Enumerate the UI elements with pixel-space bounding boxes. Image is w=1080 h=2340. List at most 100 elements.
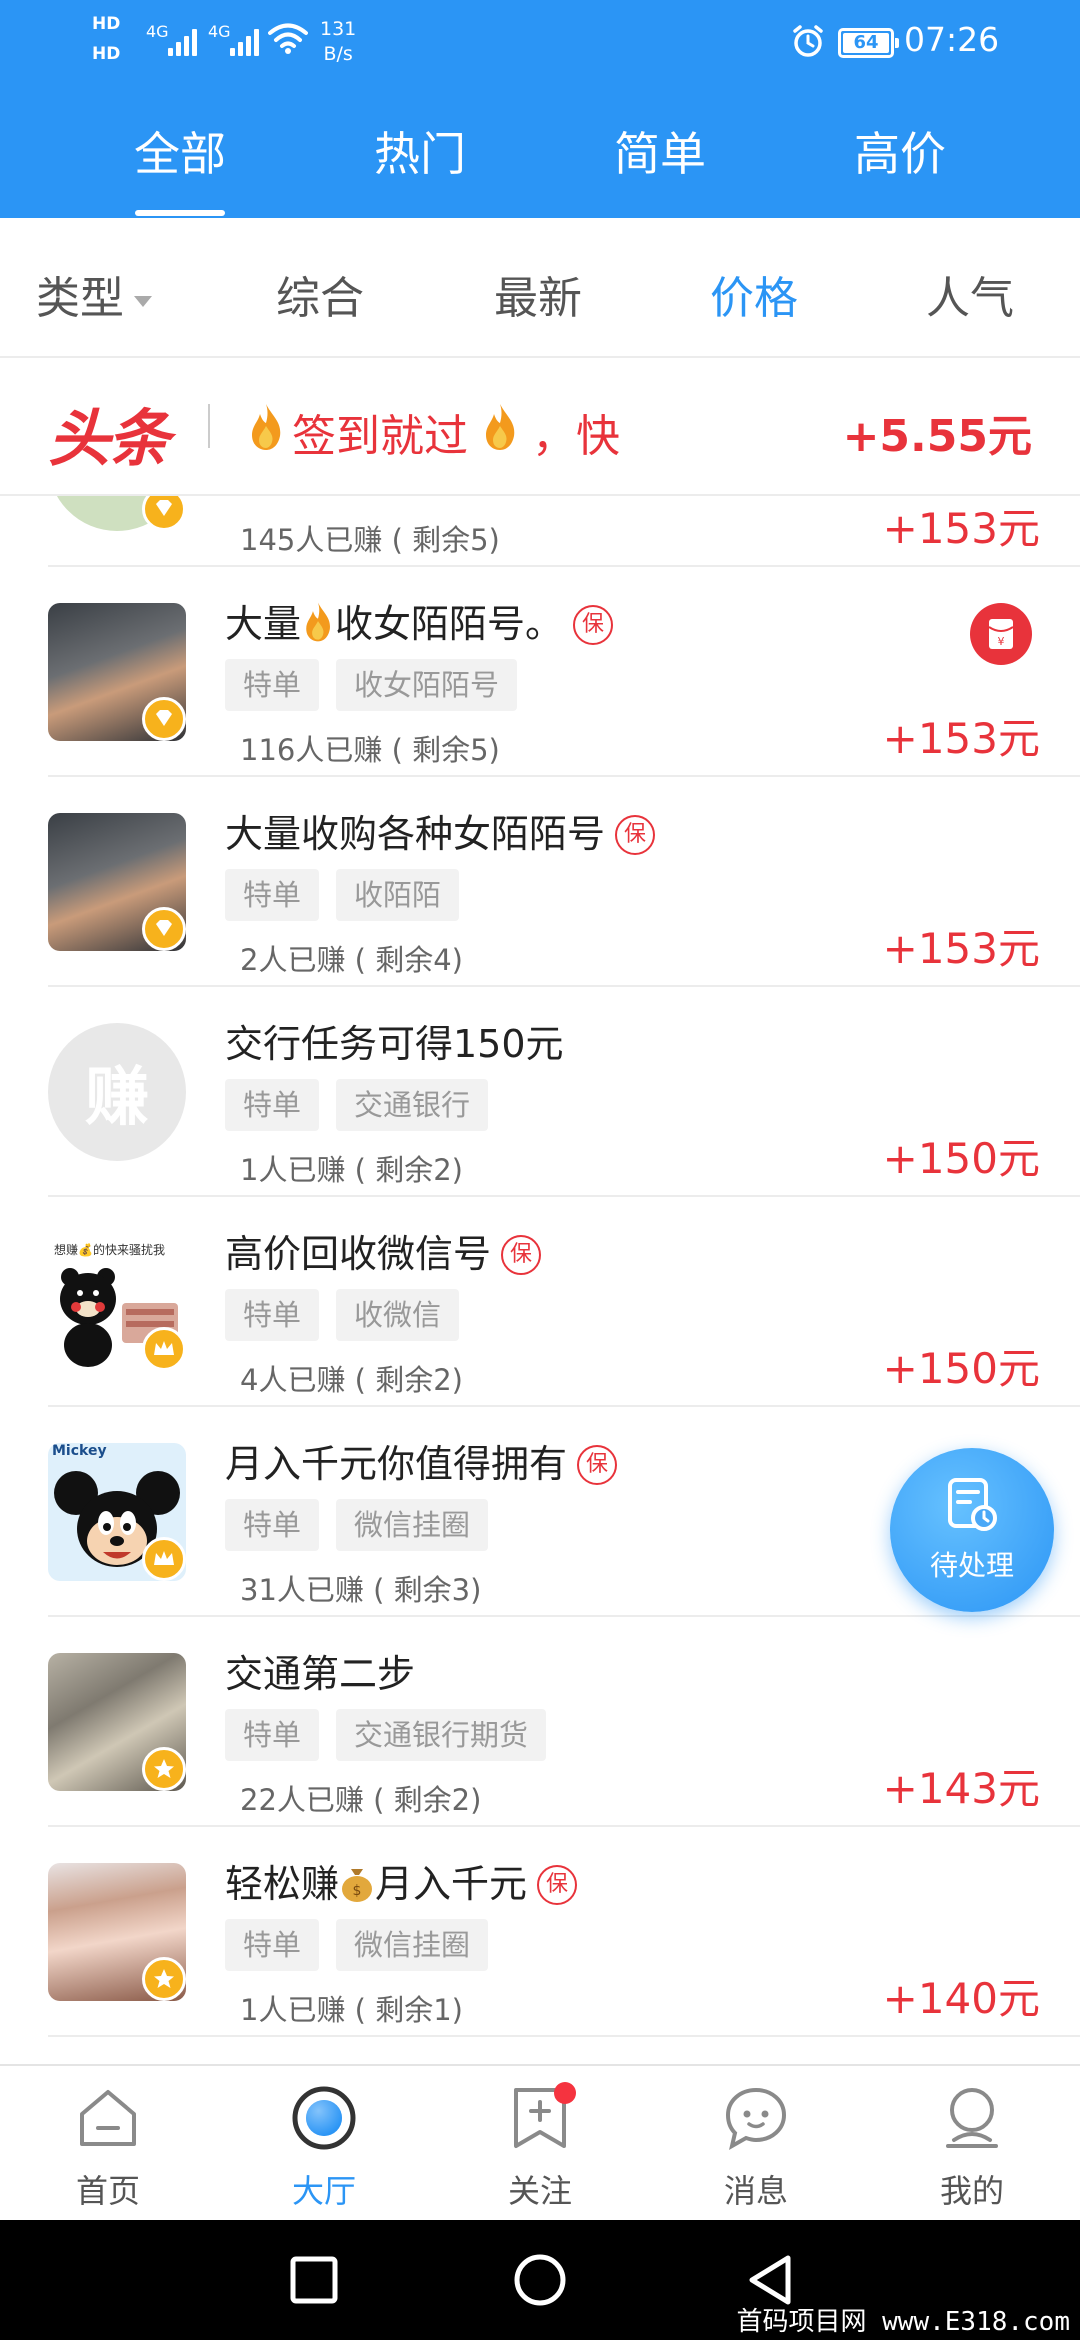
diamond-badge-icon [142,697,186,741]
task-tag: 特单 [225,1919,320,1971]
earned-count: 22人已赚 ( 剩余2) [240,1783,482,1817]
banner-reward: +5.55元 [842,411,1032,462]
toutiao-logo: 头条 [48,402,170,475]
task-tag: 收微信 [336,1289,460,1341]
tab-hot[interactable]: 热门 [330,118,510,184]
money-bag-icon: $ [342,1869,373,1902]
hd-indicator: HD [92,14,121,34]
guarantee-badge: 保 [577,1445,618,1485]
task-list[interactable]: 145人已赚 ( 剩余5) +153元 大量 收女陌陌号。保 特单 收女陌陌号 1… [0,496,1080,2064]
task-title: 月入千元你值得拥有保 [225,1433,618,1488]
nav-profile[interactable]: 我的 [864,2066,1080,2222]
pending-fab-button[interactable]: 待处理 [890,1448,1054,1612]
task-price: +153元 [882,714,1040,763]
network-speed: 131 B/s [320,18,357,65]
sort-comprehensive[interactable]: 综合 [276,262,364,326]
task-price: +153元 [882,504,1040,553]
app-header: HD HD 4G 4G 131 B/s 64 07:26 全部 热门 简单 高价 [0,0,1080,218]
svg-text:¥: ¥ [998,635,1005,648]
fire-icon [306,602,330,642]
banner-text: ， [532,411,576,462]
task-title: 交通第二步 [225,1652,416,1696]
red-packet-icon[interactable]: ¥ [970,603,1032,665]
wifi-icon [268,23,308,54]
fab-label: 待处理 [929,1549,1014,1582]
sign-in-banner[interactable]: 头条 签到就过 ， 快 +5.55元 [0,358,1080,496]
task-tag: 特单 [225,1289,320,1341]
task-price: +150元 [882,1344,1040,1393]
hd-indicator: HD [92,44,121,64]
nav-hall[interactable]: 大厅 [216,2066,432,2222]
task-tag: 特单 [225,659,320,711]
task-tag: 交通银行 [336,1079,489,1131]
sort-price[interactable]: 价格 [710,262,798,326]
task-item[interactable]: 145人已赚 ( 剩余5) +153元 [0,496,1080,567]
status-bar: HD HD 4G 4G 131 B/s 64 07:26 [0,0,1080,90]
clock: 07:26 [904,20,1000,59]
type-filter-dropdown[interactable]: 类型 [36,262,152,326]
earned-count: 1人已赚 ( 剩余2) [240,1153,463,1187]
avatar: 赚 [48,1023,186,1161]
guarantee-badge: 保 [615,815,656,855]
crown-badge-icon [142,1537,186,1581]
alarm-icon [793,25,823,57]
divider [208,404,210,448]
task-price: +143元 [882,1764,1040,1813]
task-item[interactable]: 大量收购各种女陌陌号保 特单 收陌陌 2人已赚 ( 剩余4) +153元 [0,777,1080,987]
network-type: 4G [208,22,231,41]
home-icon [80,2090,136,2146]
tab-simple[interactable]: 简单 [570,118,750,184]
task-tag: 特单 [225,1709,320,1761]
task-tag: 收陌陌 [336,869,460,921]
bottom-navigation: 首页 大厅 关注 消息 我的 [0,2064,1080,2220]
earned-count: 31人已赚 ( 剩余3) [240,1573,482,1607]
network-type: 4G [146,22,169,41]
earned-count: 116人已赚 ( 剩余5) [240,733,500,767]
guarantee-badge: 保 [501,1235,542,1275]
sort-filter-bar: 类型 综合 最新 价格 人气 [0,218,1080,358]
crown-badge-icon [142,1327,186,1371]
nav-messages[interactable]: 消息 [648,2066,864,2222]
task-item[interactable]: 想赚💰的快来骚扰我 高价回收微信号保 特单 收微信 4人已赚 ( 剩余2) +1… [0,1197,1080,1407]
fire-icon [252,404,281,450]
task-tag: 特单 [225,869,320,921]
fire-icon [486,404,515,450]
task-tag: 微信挂圈 [336,1499,489,1551]
task-tag: 收女陌陌号 [336,659,518,711]
task-tag: 微信挂圈 [336,1919,489,1971]
avatar-caption: 想赚💰的快来骚扰我 [54,1243,165,1257]
tab-all[interactable]: 全部 [90,118,270,216]
notification-dot [554,2082,576,2104]
nav-home[interactable]: 首页 [0,2066,216,2222]
task-item[interactable]: 赚 交行任务可得150元 特单 交通银行 1人已赚 ( 剩余2) +150元 [0,987,1080,1197]
caret-down-icon [134,295,152,307]
diamond-badge-icon [142,907,186,951]
divider [48,2035,1080,2037]
task-title: 高价回收微信号保 [225,1223,542,1278]
task-title: 交行任务可得150元 [225,1022,564,1066]
hall-icon [292,2086,356,2150]
task-item[interactable]: 轻松赚 $ 月入千元保 特单 微信挂圈 1人已赚 ( 剩余1) +140元 [0,1827,1080,2037]
banner-text: 快 [576,411,620,462]
tab-high-price[interactable]: 高价 [810,118,990,184]
guarantee-badge: 保 [573,605,614,645]
recent-apps-icon[interactable] [284,2250,344,2310]
nav-follow[interactable]: 关注 [432,2066,648,2222]
home-button-icon[interactable] [510,2250,570,2310]
sort-newest[interactable]: 最新 [494,262,582,326]
task-tag: 特单 [225,1499,320,1551]
watermark: 首码项目网 www.E318.com [736,2307,1071,2337]
earned-count: 145人已赚 ( 剩余5) [240,523,500,557]
task-item[interactable]: 大量 收女陌陌号。保 特单 收女陌陌号 116人已赚 ( 剩余5) ¥ +153元 [0,567,1080,777]
task-item[interactable]: 交通第二步 特单 交通银行期货 22人已赚 ( 剩余2) +143元 [0,1617,1080,1827]
user-icon [946,2088,998,2148]
category-tabs: 全部 热门 简单 高价 [0,110,1080,218]
task-tag: 交通银行期货 [336,1709,547,1761]
task-price: +153元 [882,924,1040,973]
pending-task-icon [948,1478,997,1531]
earned-count: 1人已赚 ( 剩余1) [240,1993,463,2027]
task-title: 大量收购各种女陌陌号保 [225,803,656,858]
battery-level: 64 [853,32,879,53]
sort-popularity[interactable]: 人气 [926,262,1014,326]
star-badge-icon [142,1957,186,2001]
